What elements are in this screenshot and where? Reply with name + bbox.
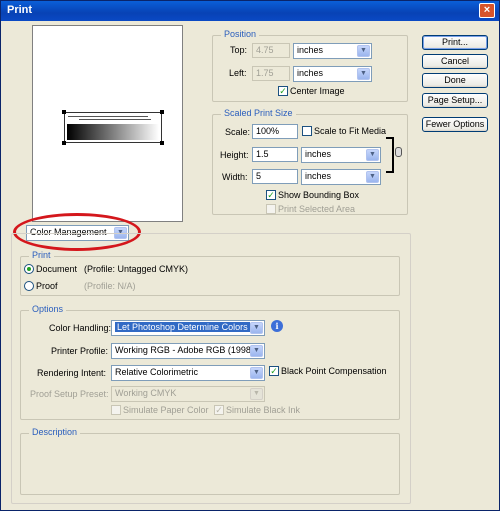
chevron-down-icon: ▼ (250, 367, 263, 379)
title-bar: Print × (1, 1, 499, 21)
proof-setup-preset-select[interactable]: Working CMYK ▼ (111, 386, 265, 402)
chevron-down-icon: ▼ (357, 68, 370, 80)
print-selected-area-checkbox[interactable] (266, 204, 276, 214)
width-unit-value: inches (305, 171, 332, 181)
rendering-intent-select[interactable]: Relative Colorimetric ▼ (111, 365, 265, 381)
bounding-handle[interactable] (62, 141, 66, 145)
proof-label: Proof (36, 281, 58, 291)
document-label: Document (36, 264, 78, 274)
width-input[interactable]: 5 (252, 169, 298, 184)
simulate-black-label: Simulate Black Ink (226, 405, 301, 415)
scale-to-fit-label: Scale to Fit Media (314, 126, 387, 136)
top-label: Top: (230, 45, 248, 55)
black-point-label: Black Point Compensation (281, 366, 387, 376)
chevron-down-icon: ▼ (366, 149, 379, 161)
document-profile-text: (Profile: Untagged CMYK) (84, 264, 189, 274)
chevron-down-icon: ▼ (366, 171, 379, 183)
height-input[interactable]: 1.5 (252, 147, 298, 162)
gradient-image (67, 124, 159, 140)
chevron-down-icon: ▼ (250, 345, 263, 357)
simulate-black-checkbox[interactable]: ✓ (214, 405, 224, 415)
top-unit-select[interactable]: inches ▼ (293, 43, 372, 59)
color-handling-select[interactable]: Let Photoshop Determine Colors ▼ (111, 320, 265, 336)
chevron-down-icon: ▼ (250, 322, 263, 334)
image-thumbnail[interactable] (62, 110, 164, 145)
width-label: Width: (222, 172, 248, 182)
color-handling-value: Let Photoshop Determine Colors (115, 322, 250, 332)
proof-profile-text: (Profile: N/A) (84, 281, 136, 291)
width-unit-select[interactable]: inches ▼ (301, 169, 381, 185)
description-legend: Description (29, 427, 81, 437)
center-image-checkbox[interactable]: ✓ (278, 86, 288, 96)
window-title: Print (7, 4, 33, 16)
printer-profile-select[interactable]: Working RGB - Adobe RGB (1998) ▼ (111, 343, 265, 359)
rendering-intent-label: Rendering Intent: (37, 368, 107, 378)
close-icon[interactable]: × (479, 3, 495, 18)
proof-setup-preset-label: Proof Setup Preset: (30, 389, 109, 399)
printer-profile-label: Printer Profile: (51, 346, 109, 356)
print-dialog: Print × Position Top: 4.75 inches ▼ Left… (0, 0, 500, 511)
bounding-handle[interactable] (62, 110, 66, 114)
bounding-handle[interactable] (160, 141, 164, 145)
link-bracket (386, 137, 394, 173)
scale-input[interactable]: 100% (252, 124, 298, 139)
bounding-handle[interactable] (160, 110, 164, 114)
options-legend: Options (29, 304, 67, 314)
color-handling-label: Color Handling: (49, 323, 112, 333)
black-point-checkbox[interactable]: ✓ (269, 366, 279, 376)
printer-profile-value: Working RGB - Adobe RGB (1998) (115, 345, 254, 355)
proof-setup-preset-value: Working CMYK (115, 388, 177, 398)
scaled-print-size-legend: Scaled Print Size (221, 108, 296, 118)
thumbnail-text-line (68, 116, 148, 117)
chevron-down-icon: ▼ (250, 388, 263, 400)
height-unit-value: inches (305, 149, 332, 159)
left-input[interactable]: 1.75 (252, 66, 290, 81)
print-legend: Print (29, 250, 54, 260)
center-image-label: Center Image (290, 86, 345, 96)
show-bounding-box-checkbox[interactable]: ✓ (266, 190, 276, 200)
chevron-down-icon: ▼ (357, 45, 370, 57)
chain-link-icon[interactable] (395, 147, 402, 157)
position-legend: Position (221, 29, 260, 39)
scale-label: Scale: (225, 127, 251, 137)
document-radio[interactable] (24, 264, 34, 274)
cancel-button[interactable]: Cancel (422, 54, 488, 69)
print-group: Print (20, 250, 400, 296)
left-unit-select[interactable]: inches ▼ (293, 66, 372, 82)
simulate-paper-checkbox[interactable] (111, 405, 121, 415)
done-button[interactable]: Done (422, 73, 488, 88)
left-unit-value: inches (297, 68, 324, 78)
left-label: Left: (229, 68, 247, 78)
top-input[interactable]: 4.75 (252, 43, 290, 58)
show-bounding-box-label: Show Bounding Box (278, 190, 360, 200)
rendering-intent-value: Relative Colorimetric (115, 367, 199, 377)
print-selected-area-label: Print Selected Area (278, 204, 356, 214)
print-button[interactable]: Print... (422, 35, 488, 50)
scale-to-fit-checkbox[interactable] (302, 126, 312, 136)
simulate-paper-label: Simulate Paper Color (123, 405, 209, 415)
info-icon[interactable]: i (271, 320, 283, 332)
top-unit-value: inches (297, 45, 324, 55)
page-setup-button[interactable]: Page Setup... (422, 93, 488, 108)
print-preview[interactable] (32, 25, 183, 222)
height-label: Height: (220, 150, 249, 160)
fewer-options-button[interactable]: Fewer Options (422, 117, 488, 132)
thumbnail-text-line (79, 119, 151, 120)
proof-radio[interactable] (24, 281, 34, 291)
description-group: Description (20, 427, 400, 495)
height-unit-select[interactable]: inches ▼ (301, 147, 381, 163)
